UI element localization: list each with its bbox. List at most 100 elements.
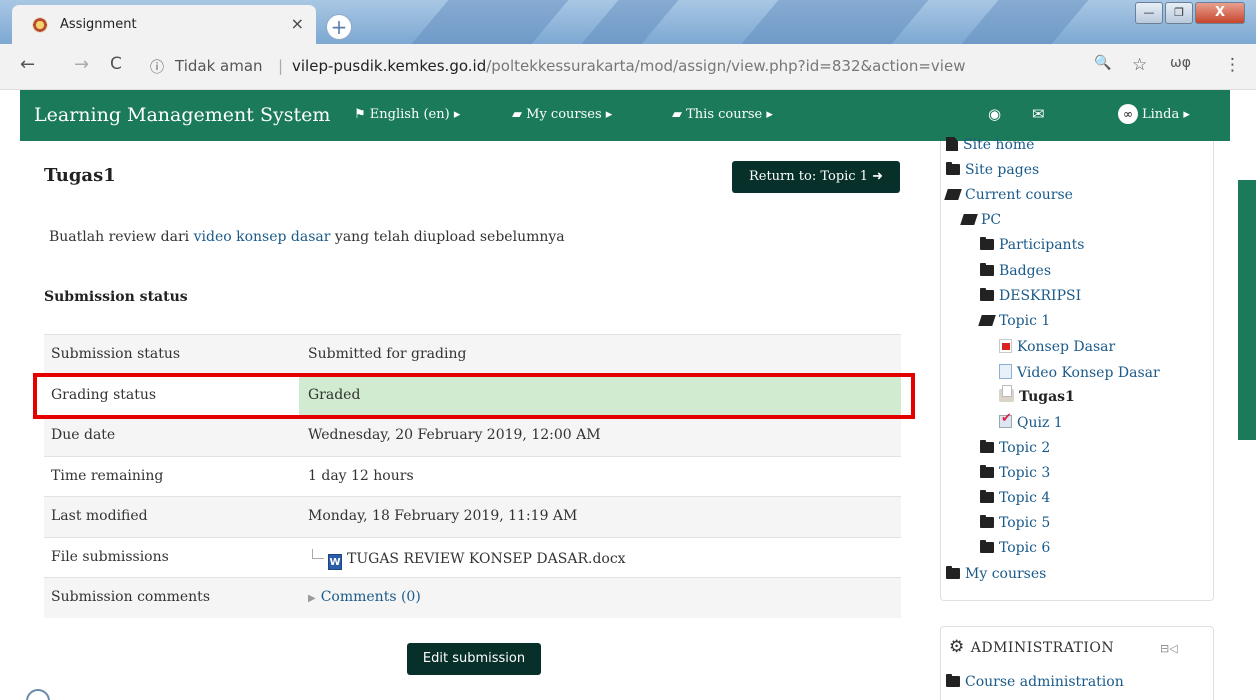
- tab-close-icon[interactable]: ×: [291, 14, 304, 33]
- security-info-icon[interactable]: ⓘ: [150, 57, 164, 77]
- assignment-icon: [999, 385, 1014, 402]
- back-icon[interactable]: ←: [20, 54, 35, 75]
- sidebar-item-label: Topic 4: [999, 490, 1051, 506]
- address-bar[interactable]: vilep-pusdik.kemkes.go.id/poltekkessurak…: [292, 57, 965, 75]
- folder-icon: [980, 288, 994, 301]
- sidebar-item-label: DESKRIPSI: [999, 288, 1082, 304]
- extension-icon[interactable]: ωφ: [1170, 55, 1191, 71]
- table-row: File submissions W TUGAS REVIEW KONSEP DA…: [44, 536, 901, 578]
- language-menu[interactable]: ⚑ English (en) ▸: [354, 107, 460, 122]
- minimize-button[interactable]: —: [1135, 2, 1163, 24]
- sidebar-item[interactable]: Topic 6: [980, 540, 1050, 556]
- my-courses-menu[interactable]: ▰ My courses ▸: [512, 107, 612, 122]
- assignment-intro: Buatlah review dari video konsep dasar y…: [49, 229, 565, 245]
- table-row: Time remaining 1 day 12 hours: [44, 455, 901, 497]
- sidebar-item[interactable]: Participants: [980, 237, 1084, 253]
- folder-icon: [980, 540, 994, 553]
- maximize-button[interactable]: ❐: [1165, 2, 1193, 24]
- submission-status-heading: Submission status: [44, 289, 188, 305]
- sidebar-item[interactable]: PC: [960, 212, 1002, 228]
- block-controls[interactable]: ⊟◁: [1160, 642, 1178, 655]
- word-document-icon: W: [328, 553, 342, 570]
- sidebar-item[interactable]: Quiz 1: [999, 411, 1063, 431]
- row-label: Due date: [51, 427, 116, 443]
- row-value: ▶ Comments (0): [299, 578, 901, 618]
- return-to-topic-button[interactable]: Return to: Topic 1 ➜: [732, 161, 900, 193]
- folder-icon: [946, 674, 960, 687]
- sidebar-item[interactable]: Badges: [980, 263, 1051, 279]
- browser-tabstrip: Assignment × + — ❐ X: [0, 0, 1256, 44]
- this-course-menu-label: This course: [686, 107, 763, 122]
- sidebar-item-label: Topic 6: [999, 540, 1051, 556]
- help-icon[interactable]: [26, 689, 50, 700]
- sidebar-item[interactable]: My courses: [946, 566, 1046, 582]
- intro-video-link[interactable]: video konsep dasar: [194, 229, 331, 245]
- browser-toolbar: ← → C ⓘ Tidak aman | vilep-pusdik.kemkes…: [0, 44, 1256, 90]
- row-value: Wednesday, 20 February 2019, 12:00 AM: [308, 427, 601, 443]
- security-label[interactable]: Tidak aman: [175, 57, 263, 75]
- messages-icon[interactable]: ✉: [1032, 105, 1045, 123]
- sidebar-item[interactable]: Topic 5: [980, 515, 1050, 531]
- notifications-icon[interactable]: ◉: [988, 105, 1001, 123]
- reload-icon[interactable]: C: [110, 54, 122, 74]
- sidebar-item[interactable]: Topic 4: [980, 490, 1050, 506]
- sidebar-item-label: PC: [981, 212, 1002, 228]
- tabstrip-decoration: [741, 0, 929, 44]
- quiz-icon: [999, 411, 1012, 428]
- user-menu[interactable]: Linda ▸: [1142, 107, 1190, 122]
- close-window-button[interactable]: X: [1195, 2, 1245, 24]
- sidebar-item-course-administration[interactable]: Course administration: [946, 674, 1124, 690]
- bookmark-star-icon[interactable]: ☆: [1132, 55, 1147, 75]
- browser-menu-icon[interactable]: ⋮: [1224, 55, 1241, 75]
- scrollbar[interactable]: [1238, 180, 1256, 440]
- user-avatar[interactable]: ∞: [1118, 104, 1138, 124]
- sidebar-item-label: Konsep Dasar: [1017, 339, 1116, 355]
- sidebar-item-label: Quiz 1: [1017, 415, 1063, 431]
- sidebar-item[interactable]: Topic 1: [978, 313, 1050, 329]
- expand-caret-icon: ▶: [308, 593, 316, 604]
- tab-title: Assignment: [60, 17, 137, 32]
- highlight-box: [33, 373, 915, 419]
- url-domain: vilep-pusdik.kemkes.go.id: [292, 57, 487, 75]
- return-icon: ➜: [867, 169, 884, 184]
- intro-suffix: yang telah diupload sebelumnya: [330, 229, 565, 245]
- edit-submission-button[interactable]: Edit submission: [407, 643, 541, 675]
- collapse-icon[interactable]: ⊟: [1160, 642, 1169, 655]
- page-icon: [946, 137, 958, 151]
- sidebar-item[interactable]: Konsep Dasar: [999, 339, 1115, 355]
- sidebar-item[interactable]: Topic 3: [980, 465, 1050, 481]
- submitted-file-link[interactable]: TUGAS REVIEW KONSEP DASAR.docx: [347, 551, 626, 567]
- sidebar-item[interactable]: Site home: [946, 137, 1034, 153]
- sidebar-item[interactable]: Site pages: [946, 162, 1039, 178]
- sidebar-item[interactable]: Video Konsep Dasar: [999, 364, 1160, 381]
- caret-right-icon: ▸: [601, 107, 613, 122]
- sidebar-item[interactable]: Current course: [944, 187, 1073, 203]
- flag-icon: ⚑: [354, 107, 370, 122]
- sidebar-item-label: Site pages: [965, 162, 1040, 178]
- book-icon: ▰: [672, 107, 687, 122]
- this-course-menu[interactable]: ▰ This course ▸: [672, 107, 773, 122]
- sidebar-item-label: Current course: [965, 187, 1073, 203]
- comments-link[interactable]: Comments (0): [321, 589, 421, 605]
- file-icon: [999, 364, 1012, 379]
- browser-tab[interactable]: Assignment ×: [12, 5, 316, 44]
- sidebar-item[interactable]: Tugas1: [999, 385, 1075, 405]
- caret-right-icon: ▸: [449, 107, 461, 122]
- sidebar-item-label: Topic 2: [999, 440, 1051, 456]
- caret-right-icon: ▸: [1179, 107, 1190, 122]
- site-brand[interactable]: Learning Management System: [34, 104, 330, 126]
- address-separator: |: [278, 57, 284, 75]
- row-label: Submission comments: [51, 589, 210, 605]
- language-menu-label: English (en): [369, 107, 450, 122]
- sidebar-item[interactable]: Topic 2: [980, 440, 1050, 456]
- table-row: Submission status Submitted for grading: [44, 334, 901, 375]
- new-tab-button[interactable]: +: [326, 14, 352, 40]
- sidebar-item-label: Tugas1: [1019, 389, 1075, 405]
- dock-icon[interactable]: ◁: [1169, 642, 1177, 655]
- sidebar-item[interactable]: DESKRIPSI: [980, 288, 1081, 304]
- url-path: /poltekkessurakarta/mod/assign/view.php?…: [486, 57, 966, 75]
- zoom-icon[interactable]: 🔍: [1094, 55, 1111, 71]
- forward-icon[interactable]: →: [74, 54, 89, 75]
- sidebar-item-label: My courses: [965, 566, 1047, 582]
- tree-connector-icon: [312, 548, 324, 559]
